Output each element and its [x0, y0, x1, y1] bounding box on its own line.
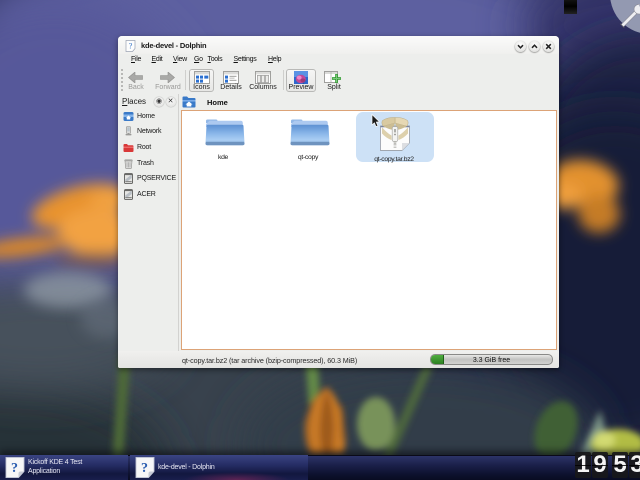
svg-text:?: ?	[141, 461, 148, 476]
svg-text:?: ?	[129, 41, 133, 51]
svg-text:?: ?	[11, 461, 18, 476]
